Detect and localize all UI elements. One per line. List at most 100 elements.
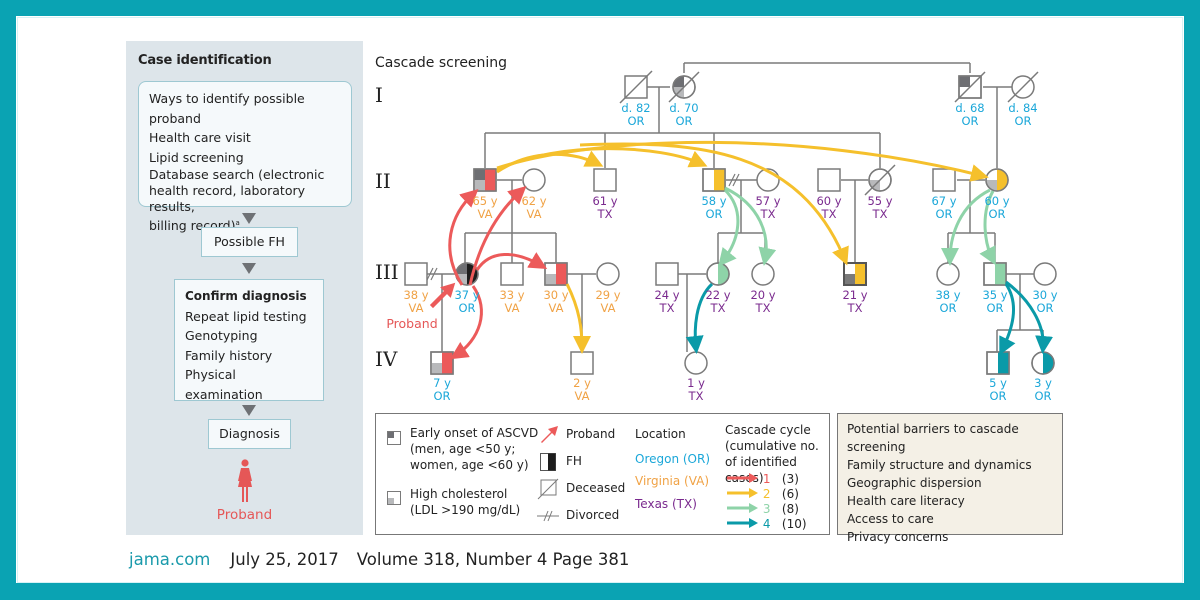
legend-proband-label: Proband [566, 427, 616, 441]
location-virginia: Virginia (VA) [635, 474, 710, 488]
barrier-item: Health care literacy [847, 494, 965, 508]
individual-location-label: OR [705, 207, 722, 221]
issue-info: Volume 318, Number 4 Page 381 [356, 550, 630, 569]
individual-age-label: d. 84 [1008, 101, 1037, 115]
individual-location-label: OR [989, 389, 1006, 403]
footer: jama.com July 25, 2017 Volume 318, Number … [129, 550, 629, 569]
individual-location-label: TX [688, 389, 704, 403]
cascade-cycle-4: 4 (10) [727, 517, 807, 532]
individual-location-label: VA [409, 301, 424, 315]
generation-label: III [375, 260, 399, 284]
barrier-item: Geographic dispersion [847, 476, 982, 490]
individual-III-3 [500, 262, 524, 286]
individual-IV-5 [1031, 351, 1055, 375]
individual-III-5 [596, 262, 620, 286]
individual-III-7 [706, 262, 730, 286]
individual-location-label: VA [549, 301, 564, 315]
individual-I-4 [1007, 71, 1039, 103]
location-legend-title: Location [635, 427, 686, 441]
individual-II-4 [702, 168, 726, 192]
individual-II-8 [932, 168, 956, 192]
cholesterol-symbol-icon [387, 491, 401, 505]
individual-location-label: VA [478, 207, 493, 221]
legend-text: (men, age <50 y; [410, 442, 516, 456]
legend-text: High cholesterol [410, 487, 508, 501]
individual-III-4 [544, 262, 568, 286]
individual-age-label: 20 y [750, 288, 775, 302]
site-link[interactable]: jama.com [129, 550, 210, 569]
individual-I-2 [668, 71, 700, 103]
individual-I-1 [619, 70, 653, 104]
individual-location-label: VA [601, 301, 616, 315]
divorced-symbol-icon [537, 510, 559, 522]
individual-location-label: TX [760, 207, 776, 221]
individual-location-label: TX [872, 207, 888, 221]
individual-III-10 [936, 262, 960, 286]
individual-age-label: 37 y [454, 288, 479, 302]
cycle-arrow-icon [727, 518, 758, 528]
barrier-item: Access to care [847, 512, 934, 526]
individual-III-11 [983, 262, 1007, 286]
legend-divorced-label: Divorced [566, 508, 620, 522]
individual-age-label: 35 y [982, 288, 1007, 302]
generation-label: I [375, 83, 383, 107]
individual-age-label: 65 y [472, 194, 497, 208]
cycle-count: (10) [781, 517, 807, 531]
legend-text: (cumulative no. [725, 439, 819, 453]
individual-location-label: TX [710, 301, 726, 315]
individual-location-label: TX [821, 207, 837, 221]
individual-II-6 [817, 168, 841, 192]
individual-age-label: 33 y [499, 288, 524, 302]
individual-age-label: 57 y [755, 194, 780, 208]
individual-location-label: TX [847, 301, 863, 315]
cycle-number: 4 [762, 517, 771, 531]
barriers-box: Potential barriers to cascade screening … [837, 413, 1063, 544]
cycle-number: 3 [762, 502, 771, 516]
individual-age-label: 55 y [867, 194, 892, 208]
individual-location-label: OR [988, 207, 1005, 221]
individual-age-label: 38 y [403, 288, 428, 302]
barriers-title: Potential barriers to cascade screening [847, 422, 1019, 454]
cascade-cycles-list: 1 (3) 2 (6) 3 (8) 4 (10) [727, 472, 807, 532]
publication-date: July 25, 2017 [230, 550, 339, 569]
individual-location-label: TX [659, 301, 675, 315]
legend-text: (LDL >190 mg/dL) [410, 503, 521, 517]
individual-I-3 [954, 71, 986, 103]
proband-arrow-legend-icon [541, 426, 558, 443]
fh-symbol-icon [540, 453, 556, 471]
ascvd-symbol-icon [387, 431, 401, 445]
individual-location-label: OR [433, 389, 450, 403]
individual-location-label: VA [527, 207, 542, 221]
cycle-number: 2 [762, 487, 771, 501]
individual-II-1 [473, 168, 497, 192]
individual-age-label: d. 68 [955, 101, 984, 115]
individual-location-label: OR [458, 301, 475, 315]
individual-location-label: OR [675, 114, 692, 128]
individual-IV-3 [684, 351, 708, 375]
individual-age-label: d. 82 [621, 101, 650, 115]
individual-location-label: OR [627, 114, 644, 128]
individual-age-label: 3 y [1034, 376, 1052, 390]
legend: Early onset of ASCVD (men, age <50 y; wo… [375, 413, 830, 535]
legend-text: Early onset of ASCVD [410, 426, 539, 440]
individual-location-label: TX [597, 207, 613, 221]
individual-age-label: 38 y [935, 288, 960, 302]
cascade-cycle-1: 1 (3) [727, 472, 807, 487]
individual-age-label: d. 70 [669, 101, 698, 115]
cycle-arrow-icon [727, 488, 758, 498]
cycle-count: (6) [781, 487, 799, 501]
cascade-arrow-cycle2 [565, 283, 591, 354]
location-oregon: Oregon (OR) [635, 452, 711, 466]
generation-label: IV [375, 347, 398, 371]
individual-age-label: 60 y [816, 194, 841, 208]
ascvd-legend-text: Early onset of ASCVD (men, age <50 y; wo… [410, 425, 538, 473]
individual-age-label: 24 y [654, 288, 679, 302]
individual-IV-1 [430, 351, 454, 375]
individual-III-12 [1033, 262, 1057, 286]
individual-II-3 [593, 168, 617, 192]
individual-location-label: OR [986, 301, 1003, 315]
individual-age-label: 1 y [687, 376, 705, 390]
proband-arrow-label: Proband [386, 316, 437, 331]
legend-fh-label: FH [566, 454, 582, 468]
individual-age-label: 30 y [1032, 288, 1057, 302]
